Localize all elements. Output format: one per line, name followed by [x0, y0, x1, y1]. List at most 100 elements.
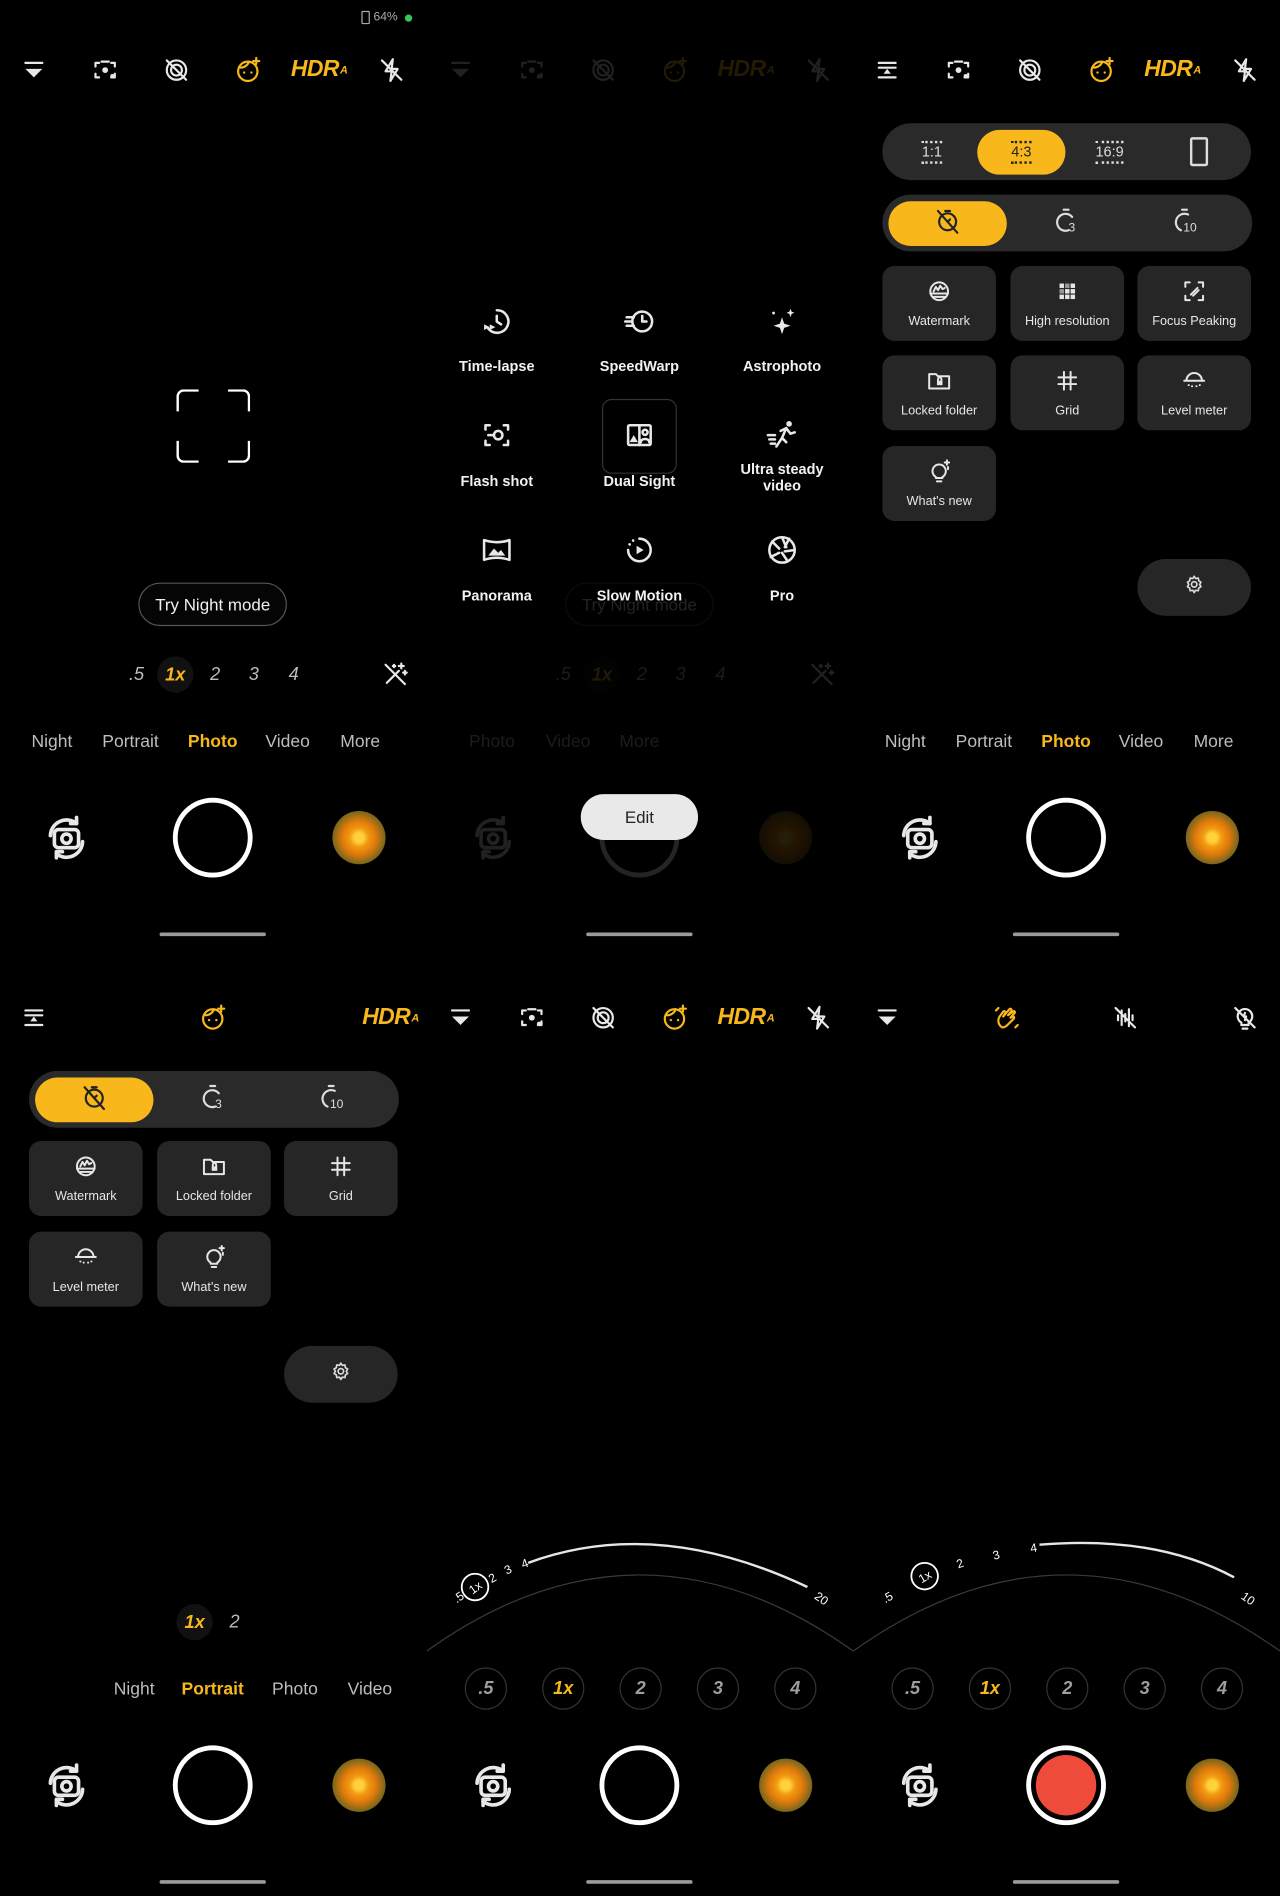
dial-label-20[interactable]: 20: [812, 1589, 831, 1608]
beauty-face-icon[interactable]: [233, 56, 262, 85]
gallery-thumbnail[interactable]: [332, 1758, 386, 1812]
zoom-.5[interactable]: .5: [129, 664, 144, 685]
menu-collapse-icon[interactable]: [446, 56, 475, 85]
flip-camera-icon[interactable]: [469, 813, 517, 861]
edit-modes-button[interactable]: Edit: [580, 794, 699, 841]
try-night-mode-button[interactable]: Try Night mode: [138, 582, 288, 627]
gallery-thumbnail[interactable]: [759, 1758, 813, 1812]
flip-camera-icon[interactable]: [469, 1761, 517, 1809]
zoom-4-button[interactable]: 4: [774, 1667, 817, 1710]
zoom-1x-button[interactable]: 1x: [542, 1667, 585, 1710]
flip-camera-icon[interactable]: [42, 813, 90, 861]
aspect-16-9-option[interactable]: 16:9: [1065, 129, 1153, 174]
zoom-.5-button[interactable]: .5: [464, 1667, 508, 1710]
mode-photo[interactable]: Photo: [469, 732, 515, 751]
zoom-1x[interactable]: 1x: [176, 1603, 213, 1641]
mode-photo[interactable]: Photo: [188, 732, 238, 751]
menu-collapse-icon[interactable]: [19, 56, 48, 85]
timer-3-option[interactable]: 3: [1007, 201, 1125, 246]
gallery-thumbnail[interactable]: [332, 811, 386, 865]
dial-label-4[interactable]: 4: [1029, 1540, 1038, 1555]
zoom-1x[interactable]: 1x: [583, 656, 621, 693]
home-indicator[interactable]: [1012, 932, 1120, 937]
menu-expand-icon[interactable]: [873, 56, 902, 85]
flip-camera-icon[interactable]: [896, 1761, 944, 1809]
hdr-button[interactable]: HDR A: [291, 57, 348, 84]
mode-video[interactable]: Video: [348, 1680, 393, 1699]
timer-10-option[interactable]: 10: [273, 1077, 391, 1122]
home-indicator[interactable]: [159, 1880, 266, 1884]
shutter-button[interactable]: [1026, 797, 1106, 878]
zoom-.5-button[interactable]: .5: [891, 1667, 934, 1710]
zoom-dial[interactable]: .51x23 410: [853, 948, 1280, 1673]
tile-level-meter[interactable]: Level meter: [1137, 355, 1252, 431]
tile-watermark[interactable]: Watermark: [29, 1141, 143, 1216]
dial-label-10[interactable]: 10: [1239, 1589, 1258, 1608]
flip-camera-icon[interactable]: [896, 813, 944, 861]
mode-portrait[interactable]: Portrait: [182, 1680, 244, 1699]
timer-3-option[interactable]: 3: [154, 1077, 272, 1122]
tile-locked-folder[interactable]: Locked folder: [882, 355, 996, 431]
zoom-1x[interactable]: 1x: [157, 656, 194, 693]
aspect-Full-option[interactable]: [1155, 129, 1243, 174]
zoom-2-button[interactable]: 2: [1046, 1667, 1089, 1710]
tile-locked-folder[interactable]: Locked folder: [157, 1141, 271, 1216]
menu-expand-icon[interactable]: [19, 1003, 48, 1032]
mode-night[interactable]: Night: [32, 732, 73, 751]
mode-video[interactable]: Video: [265, 732, 310, 751]
mode-video[interactable]: Video: [546, 732, 591, 751]
mode-more[interactable]: More: [619, 732, 659, 751]
beauty-face-icon[interactable]: [198, 1003, 227, 1032]
flip-camera-icon[interactable]: [42, 1761, 90, 1809]
home-indicator[interactable]: [586, 1880, 693, 1884]
mode-video[interactable]: Video: [1119, 732, 1164, 751]
timer-10-option[interactable]: 10: [1127, 201, 1245, 246]
mode-more[interactable]: More: [1194, 732, 1234, 751]
tile-grid[interactable]: Grid: [1010, 355, 1125, 431]
flash-off-icon[interactable]: [1230, 56, 1259, 85]
home-indicator[interactable]: [159, 932, 266, 937]
zoom-.5[interactable]: .5: [556, 664, 571, 685]
dial-label-3[interactable]: 3: [991, 1547, 1001, 1562]
gallery-thumbnail[interactable]: [1185, 811, 1239, 865]
flash-off-icon[interactable]: [377, 56, 406, 85]
settings-button[interactable]: [284, 1345, 398, 1403]
zoom-2[interactable]: 2: [637, 664, 647, 685]
zoom-3[interactable]: 3: [249, 664, 259, 685]
motion-off-icon[interactable]: [1015, 56, 1044, 85]
mode-more[interactable]: More: [340, 732, 380, 751]
hdr-button[interactable]: HDR A: [362, 1004, 419, 1031]
mode-portrait[interactable]: Portrait: [956, 732, 1013, 751]
zoom-3-button[interactable]: 3: [696, 1667, 740, 1710]
beauty-face-icon[interactable]: [660, 56, 689, 85]
zoom-dial[interactable]: .51x23 420: [426, 948, 854, 1673]
timer-off-option[interactable]: [888, 200, 1007, 246]
tile-level-meter[interactable]: Level meter: [29, 1231, 143, 1307]
shutter-button[interactable]: [172, 797, 253, 878]
tile-what-s-new[interactable]: What's new: [157, 1231, 271, 1307]
hdr-button[interactable]: HDR A: [1144, 57, 1201, 84]
zoom-3[interactable]: 3: [675, 664, 685, 685]
hdr-button[interactable]: HDR A: [718, 57, 775, 84]
beauty-face-icon[interactable]: [1087, 56, 1116, 85]
mode-night[interactable]: Night: [885, 732, 926, 751]
mode-photo[interactable]: Photo: [1041, 732, 1091, 751]
tile-focus-peaking[interactable]: Focus Peaking: [1137, 265, 1252, 341]
flash-off-icon[interactable]: [804, 56, 833, 85]
gallery-thumbnail[interactable]: [1185, 1758, 1239, 1812]
shutter-button[interactable]: [172, 1745, 253, 1826]
settings-button[interactable]: [1137, 558, 1252, 616]
zoom-4[interactable]: 4: [289, 664, 299, 685]
home-indicator[interactable]: [1012, 1880, 1120, 1884]
magic-wand-icon[interactable]: [807, 660, 836, 689]
timer-off-option[interactable]: [35, 1076, 154, 1122]
zoom-1x-button[interactable]: 1x: [968, 1667, 1012, 1710]
shutter-button[interactable]: [599, 1745, 680, 1826]
zoom-4-button[interactable]: 4: [1200, 1667, 1244, 1710]
dial-label-.5[interactable]: .5: [880, 1589, 896, 1606]
magic-wand-icon[interactable]: [381, 660, 410, 689]
aspect-1-1-option[interactable]: 1:1: [888, 129, 976, 174]
mode-night[interactable]: Night: [114, 1680, 155, 1699]
zoom-2-button[interactable]: 2: [619, 1667, 662, 1710]
tile-high-resolution[interactable]: High resolution: [1010, 265, 1125, 341]
